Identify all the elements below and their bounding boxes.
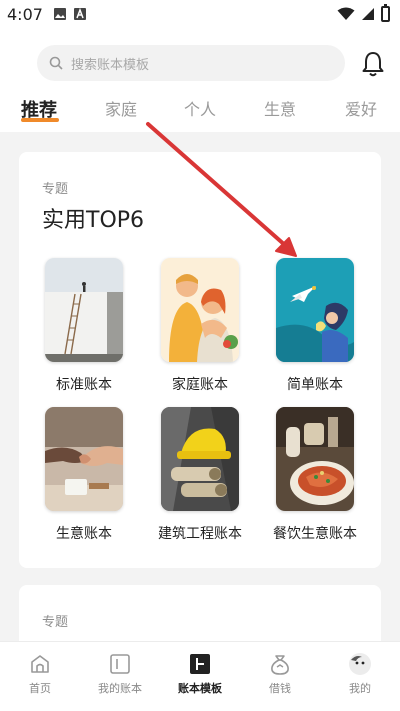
template-label: 建筑工程账本	[158, 526, 242, 542]
header: 搜索账本模板 推荐 家庭 个人 生意 爱好	[0, 28, 400, 132]
battery-icon	[381, 4, 390, 22]
bell-icon[interactable]	[360, 50, 386, 78]
standard-thumbnail	[45, 258, 123, 362]
template-restaurant[interactable]: 餐饮生意账本	[261, 407, 369, 543]
status-bar: 4:07	[0, 0, 400, 28]
ledger-icon	[110, 654, 130, 674]
template-family[interactable]: 家庭账本	[146, 258, 254, 394]
template-label: 家庭账本	[172, 377, 228, 393]
search-placeholder: 搜索账本模板	[71, 57, 150, 73]
topic-card-top6: 专题 实用TOP6 标准账本 家庭账本 简单账本 生意账本 建筑工程账本 餐饮生…	[19, 152, 381, 568]
signal-icon	[362, 8, 374, 20]
template-label: 标准账本	[56, 377, 112, 393]
tab-business[interactable]: 生意	[264, 96, 296, 120]
template-standard[interactable]: 标准账本	[30, 258, 138, 394]
home-icon	[31, 655, 49, 673]
section-subtitle: 专题	[42, 615, 69, 630]
nav-label: 首页	[29, 682, 51, 695]
tab-family[interactable]: 家庭	[105, 96, 137, 120]
template-label: 生意账本	[56, 526, 112, 542]
nav-templates[interactable]: 账本模板	[160, 642, 240, 711]
template-simple[interactable]: 简单账本	[261, 258, 369, 394]
nav-label: 我的账本	[98, 682, 142, 695]
simple-thumbnail	[276, 258, 354, 362]
bottom-navigation: 首页 我的账本 账本模板 借钱 我的	[0, 641, 400, 711]
avatar-icon	[349, 653, 371, 675]
template-construction[interactable]: 建筑工程账本	[146, 407, 254, 543]
template-label: 简单账本	[287, 377, 343, 393]
template-label: 餐饮生意账本	[273, 526, 357, 542]
construction-thumbnail	[161, 407, 239, 511]
tab-personal[interactable]: 个人	[184, 96, 216, 120]
gallery-icon	[53, 8, 66, 20]
category-tabs: 推荐 家庭 个人 生意 爱好	[0, 96, 400, 130]
nav-my-ledgers[interactable]: 我的账本	[80, 642, 160, 711]
wifi-icon	[337, 7, 355, 20]
tab-hobby[interactable]: 爱好	[345, 96, 377, 120]
nav-label: 借钱	[269, 682, 291, 695]
nav-profile[interactable]: 我的	[320, 642, 400, 711]
active-tab-indicator	[21, 118, 59, 122]
section-title: 实用TOP6	[42, 208, 145, 233]
money-bag-icon	[271, 655, 289, 675]
nav-borrow[interactable]: 借钱	[240, 642, 320, 711]
business-thumbnail	[45, 407, 123, 511]
nav-home[interactable]: 首页	[0, 642, 80, 711]
status-time: 4:07	[7, 4, 43, 24]
nav-label: 账本模板	[178, 682, 222, 695]
restaurant-thumbnail	[276, 407, 354, 511]
family-thumbnail	[161, 258, 239, 362]
search-icon	[49, 56, 63, 70]
section-subtitle: 专题	[42, 182, 69, 197]
template-icon	[190, 654, 210, 674]
search-bar[interactable]: 搜索账本模板	[37, 45, 345, 81]
nav-label: 我的	[349, 682, 371, 695]
template-business[interactable]: 生意账本	[30, 407, 138, 543]
app-notification-icon	[73, 7, 86, 20]
